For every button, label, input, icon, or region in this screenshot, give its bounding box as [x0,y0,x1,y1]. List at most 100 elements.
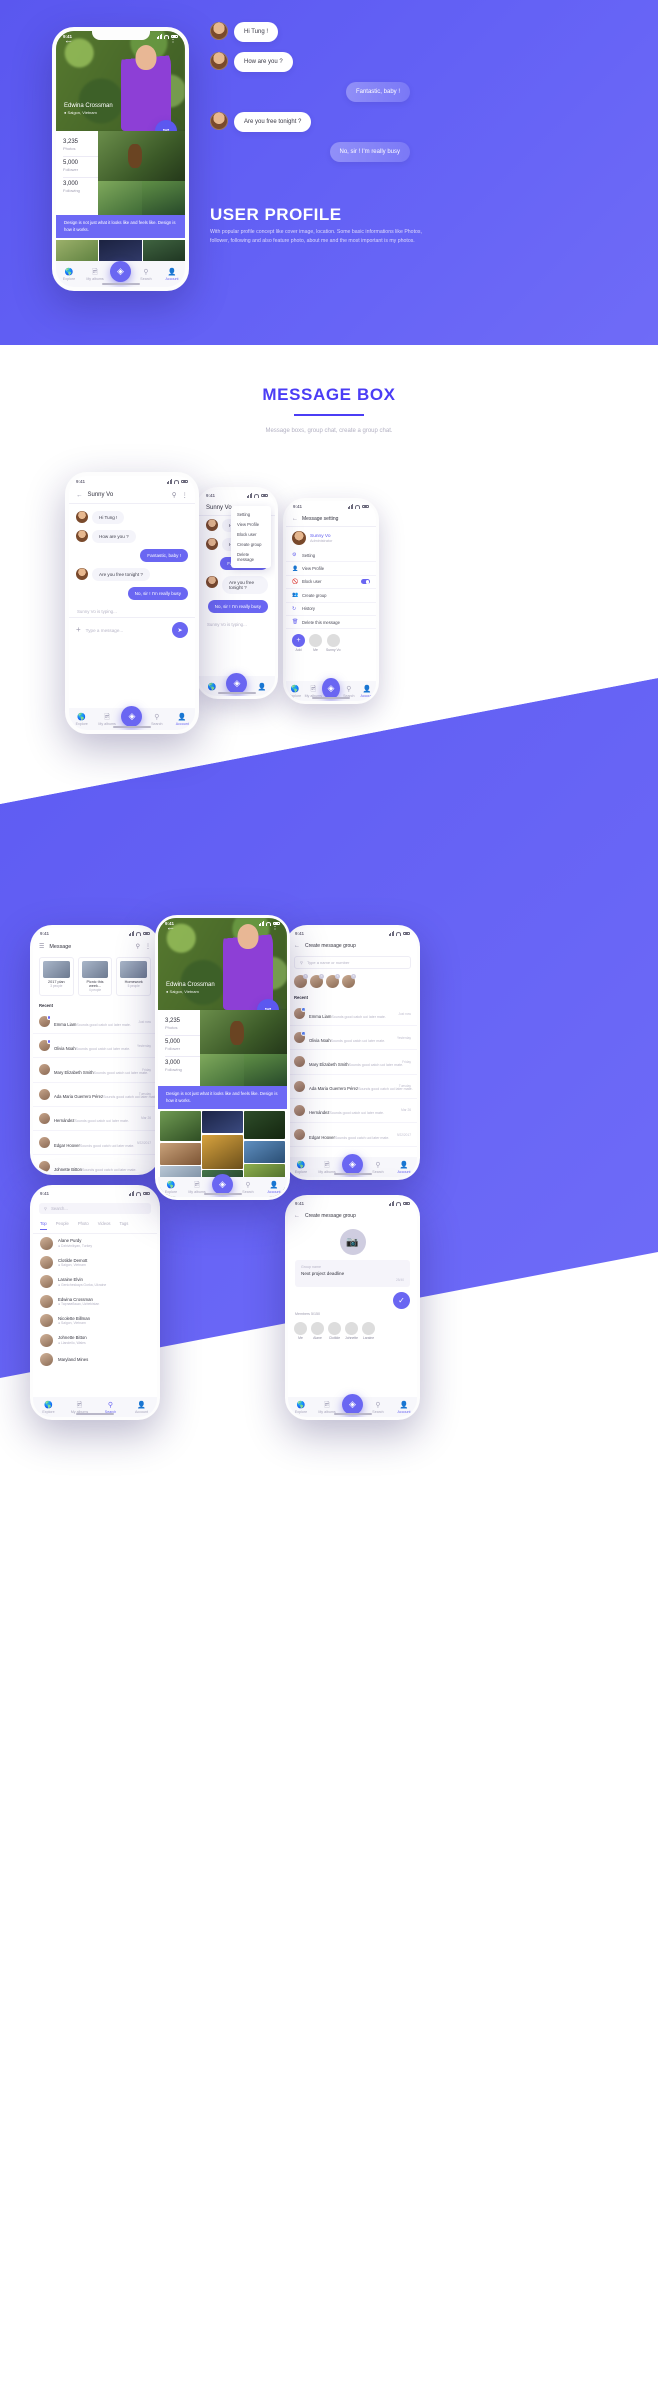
tab-explore[interactable]: 🌎 [201,684,223,691]
tab-account[interactable]: 👤 Account [161,269,183,281]
tab-search[interactable]: ⚲ Search [237,1182,259,1194]
search-icon[interactable]: ⚲ [172,491,177,499]
selected-avatar[interactable] [342,974,356,988]
list-item[interactable]: ✓ Olivia NoahSounds good catch uoi later … [288,1026,417,1051]
menu-item-block-user[interactable]: Block user [231,529,271,539]
tab-people[interactable]: People [56,1221,69,1230]
message-input[interactable]: Type a message... [86,628,167,633]
selected-avatar[interactable] [294,974,308,988]
tab-explore[interactable]: 🌎 Explore [290,1402,312,1414]
menu-item-setting[interactable]: Setting [231,509,271,519]
center-action-button[interactable]: ◈ [121,705,143,727]
hamburger-icon[interactable]: ☰ [39,943,44,950]
group-name-field[interactable]: Group name Next project deadline 25/40 [295,1260,410,1287]
list-item[interactable]: Alane Purdy ● Dzhivinikyan, Turkey [33,1234,157,1253]
member-sunny[interactable]: Sunny Vo [326,634,341,652]
group-card[interactable]: 2017 plan 3 people [39,957,74,996]
list-item[interactable]: Mary Elizabeth SmithSounds good catch uo… [288,1050,417,1075]
list-item[interactable]: Mary Elizabeth SmithSounds good catch uo… [33,1058,157,1083]
center-action-button[interactable]: ◈ [226,672,248,694]
back-arrow-icon[interactable]: ← [294,1213,300,1219]
tab-explore[interactable]: 🌎 Explore [286,686,304,698]
tab-my-albums[interactable]: 🖻 My albums [84,269,106,281]
context-menu[interactable]: Setting View Profile Block user Create g… [231,506,271,568]
search-icon[interactable]: ⚲ [136,943,140,950]
menu-item-delete-message[interactable]: Delete message [231,550,271,565]
gallery-hero-photo[interactable] [98,131,185,181]
tab-photo[interactable]: Photo [78,1221,89,1230]
center-action-button[interactable]: ◈ [342,1153,363,1175]
list-item[interactable]: Edwina Crossman ● Тарнавбаши, Uzbekistan [33,1292,157,1311]
photo-tile[interactable] [202,1111,243,1134]
list-item[interactable]: Clotilde Demott ● Saigon, Vietnam [33,1253,157,1272]
tab-my-albums[interactable]: 🖻 My albums [316,1162,338,1174]
tab-search[interactable]: ⚲ Search [340,686,358,698]
tab-account[interactable]: 👤 [251,684,273,691]
member-chip[interactable]: Clotilde [328,1321,341,1340]
group-search-field[interactable]: ⚲ Type a name or number [294,956,411,969]
setting-row-view-profile[interactable]: 👤 View Profile [286,562,376,576]
group-card[interactable]: Homework 5 people [116,957,152,996]
menu-item-create-group[interactable]: Create group [231,540,271,550]
more-vertical-icon[interactable]: ⋮ [145,943,151,950]
center-action-button[interactable]: ◈ [110,260,131,282]
tab-videos[interactable]: Videos [98,1221,111,1230]
gallery-hero-photo[interactable] [200,1010,287,1054]
gallery-photo[interactable] [200,1054,244,1086]
photo-tile[interactable] [244,1111,286,1140]
tab-search[interactable]: ⚲ Search [367,1402,389,1414]
list-item[interactable]: Edgar HooverSounds good catch uoi later … [33,1131,157,1156]
list-item[interactable]: ✓ Emma LiamSounds good catch uoi later ma… [288,1002,417,1027]
photo-tile[interactable] [202,1134,243,1169]
gallery-photo[interactable] [243,1054,287,1086]
gallery-photo[interactable] [98,181,142,215]
list-item[interactable]: Johnette Bitton ● Llandeilo, Wales [33,1330,157,1349]
setting-row-setting[interactable]: ⚙ Setting [286,549,376,563]
tab-search[interactable]: ⚲ Search [367,1162,389,1174]
search-input[interactable]: ⚲ Search... [39,1203,151,1214]
center-action-button[interactable]: ◈ [322,677,340,699]
list-item[interactable]: HernándezSounds good catch uoi later mat… [288,1099,417,1123]
tab-explore[interactable]: 🌎 Explore [58,269,80,281]
tab-account[interactable]: 👤 Account [358,686,376,698]
list-item[interactable]: Maryland Mines [33,1350,157,1369]
gallery-photo[interactable] [141,181,185,215]
selected-avatar[interactable] [310,974,324,988]
feature-gallery[interactable] [98,131,185,215]
more-vertical-icon[interactable]: ⋮ [182,491,189,499]
tab-account[interactable]: 👤 Account [393,1162,415,1174]
member-chip[interactable]: Laraine [362,1321,376,1340]
center-action-button[interactable]: ◈ [342,1393,363,1415]
list-item[interactable]: Johnette BittonSounds good catch uoi lat… [33,1155,157,1172]
tab-my-albums[interactable]: 🖻 My albums [96,714,118,726]
plus-icon[interactable]: + [76,626,81,634]
tab-top[interactable]: Top [40,1221,47,1230]
setting-row-create-group[interactable]: 👥 Create group [286,589,376,603]
camera-icon[interactable]: 📷 [339,1229,366,1255]
tab-explore[interactable]: 🌎 Explore [71,714,93,726]
member-me[interactable]: Me [309,634,322,652]
tab-explore[interactable]: 🌎 Explore [160,1182,182,1194]
tab-account[interactable]: 👤 Account [131,1402,153,1414]
tab-my-albums[interactable]: 🖻 My albums [69,1402,91,1414]
list-item[interactable]: Ada Maria Guerrero PérezSounds good catc… [288,1075,417,1099]
feature-gallery[interactable] [200,1010,287,1086]
group-card[interactable]: Picnic this week... 4 people [77,957,113,996]
member-add[interactable]: + Add [292,634,305,652]
back-arrow-icon[interactable]: ← [76,492,83,499]
list-item[interactable]: Laraine Elvin ● Genicheskaya Gorka, Ukrai… [33,1272,157,1291]
tab-tags[interactable]: Tags [120,1221,129,1230]
list-item[interactable]: HernándezSounds good catch uoi later mat… [33,1107,157,1131]
setting-row-block-user[interactable]: 🚫 Block user [286,576,376,590]
tab-explore[interactable]: 🌎 Explore [38,1402,60,1414]
center-action-button[interactable]: ◈ [212,1173,233,1195]
photo-tile[interactable] [244,1140,286,1163]
tab-explore[interactable]: 🌎 Explore [290,1162,312,1174]
member-chip[interactable]: Alane [311,1321,324,1340]
tab-my-albums[interactable]: 🖻 My albums [304,686,322,698]
setting-row-history[interactable]: ↻ History [286,603,376,616]
photo-tile[interactable] [160,1111,201,1142]
member-chip[interactable]: Johnette [345,1321,358,1340]
tab-search[interactable]: ⚲ Search [146,714,168,726]
confirm-button[interactable]: ✓ [393,1291,410,1309]
